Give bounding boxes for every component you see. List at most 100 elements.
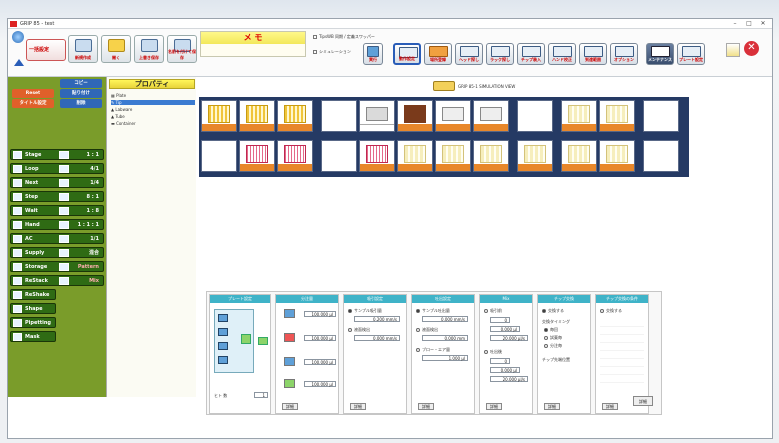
batch-setting-button[interactable]: 一括設定: [26, 39, 66, 61]
deck-cell[interactable]: [473, 140, 509, 172]
deck-cell[interactable]: [435, 140, 471, 172]
mix-before-volume[interactable]: 0.000 µl: [490, 326, 520, 332]
tip-condition-checkbox[interactable]: 交換する: [600, 308, 622, 314]
count-field[interactable]: 1: [254, 392, 268, 398]
deck-cell[interactable]: [239, 140, 275, 172]
deck-cell[interactable]: [599, 140, 635, 172]
mix-before-checkbox[interactable]: 吸引前: [484, 308, 502, 314]
info-icon[interactable]: [726, 43, 740, 57]
delete-button[interactable]: 削除: [60, 99, 102, 108]
save-as-button[interactable]: 名前を付けて保存: [167, 35, 197, 63]
save-button[interactable]: 上書き保存: [134, 35, 164, 63]
new-button[interactable]: 新規作成: [68, 35, 98, 63]
mix-before-count[interactable]: 0: [490, 317, 510, 323]
volume-field-4[interactable]: 100.000 µl: [304, 381, 336, 387]
canvas-head-icon[interactable]: [433, 81, 455, 91]
tree-item[interactable]: ▦ Plate: [111, 93, 126, 98]
dispense-level-field[interactable]: 0.000 mm: [422, 335, 468, 341]
deck-cell[interactable]: [643, 100, 679, 132]
deck-cell[interactable]: [517, 140, 553, 172]
aspirate-option-1[interactable]: サンプル吸引量: [348, 308, 382, 314]
deck-cell[interactable]: [599, 100, 635, 132]
location-register-button[interactable]: 場所登録: [424, 43, 452, 65]
volume-detail-button[interactable]: 詳細: [282, 403, 298, 410]
deck-cell[interactable]: [517, 100, 553, 132]
cmd-ac[interactable]: AC 1/1: [10, 233, 104, 244]
cmd-restack[interactable]: ReStack Mix: [10, 275, 104, 286]
tip-change-checkbox[interactable]: 交換する: [542, 308, 564, 314]
copy-button[interactable]: コピー: [60, 79, 102, 88]
deck-cell[interactable]: [321, 100, 357, 132]
deck-cell[interactable]: [201, 140, 237, 172]
cmd-stage[interactable]: Stage 1 : 1: [10, 149, 104, 160]
deck-cell[interactable]: [201, 100, 237, 132]
dispense-option-3[interactable]: ブロー・エア量: [416, 347, 450, 353]
tip-condition-detail-button[interactable]: 詳細: [602, 403, 618, 410]
open-button[interactable]: 開く: [101, 35, 131, 63]
minimize-icon[interactable]: –: [730, 20, 740, 28]
title-setting-button[interactable]: タイトル設定: [12, 99, 54, 108]
deck-cell[interactable]: [359, 100, 395, 132]
tree-item[interactable]: ▬ Container: [111, 121, 136, 126]
mix-after-speed[interactable]: 20.000 µl/s: [490, 376, 528, 382]
cmd-pipetting[interactable]: Pipetting: [10, 317, 56, 328]
simulation-checkbox[interactable]: シミュレーション: [313, 49, 351, 55]
deck-cell[interactable]: [359, 140, 395, 172]
plate-setting-button[interactable]: プレート設定: [677, 43, 705, 65]
aspirate-speed-field[interactable]: 0.200 mm/s: [354, 316, 400, 322]
timing-every-radio[interactable]: 毎回: [544, 327, 558, 333]
blow-air-field[interactable]: 1.000 µl: [422, 355, 468, 361]
mix-before-speed[interactable]: 20.000 µl/s: [490, 335, 528, 341]
cmd-supply[interactable]: Supply 混合: [10, 247, 104, 258]
hand-calibration-button[interactable]: ハンド校正: [548, 43, 576, 65]
reach-range-button[interactable]: 到達範囲: [579, 43, 607, 65]
exit-icon[interactable]: ✕: [744, 41, 759, 56]
run-button[interactable]: 実行: [363, 43, 383, 65]
deck-cell[interactable]: [239, 100, 275, 132]
deck-cell[interactable]: [643, 140, 679, 172]
dispense-option-2[interactable]: 液面検出: [416, 327, 438, 333]
cmd-shape[interactable]: Shape: [10, 303, 56, 314]
collapse-arrow-icon[interactable]: [14, 59, 24, 66]
deck-cell[interactable]: [277, 140, 313, 172]
mix-after-volume[interactable]: 0.000 µl: [490, 367, 520, 373]
globe-icon[interactable]: [12, 31, 24, 43]
mix-detail-button[interactable]: 詳細: [486, 403, 502, 410]
tree-item-selected[interactable]: ✎ Tip: [111, 100, 195, 105]
cmd-reshake[interactable]: ReShake: [10, 289, 56, 300]
cmd-step[interactable]: Step 8 : 1: [10, 191, 104, 202]
layout-canvas[interactable]: GRIP 85-1 SIMULATION VIEW: [196, 77, 772, 273]
dispense-speed-field[interactable]: 0.000 mm/s: [422, 316, 468, 322]
timing-dispense-radio[interactable]: 分注毎: [544, 343, 562, 349]
head-search-button[interactable]: ヘッド探し: [455, 43, 483, 65]
deck-cell[interactable]: [435, 100, 471, 132]
tip-load-button[interactable]: チップ装入: [517, 43, 545, 65]
operation-setting-button[interactable]: 動作設定: [393, 43, 421, 65]
tree-item[interactable]: ▲ Labware: [111, 107, 132, 112]
volume-field-2[interactable]: 100.000 µl: [304, 335, 336, 341]
rack-search-button[interactable]: ラック探し: [486, 43, 514, 65]
mix-after-count[interactable]: 0: [490, 358, 510, 364]
deck-cell[interactable]: [397, 140, 433, 172]
memo-panel[interactable]: メ モ: [200, 31, 306, 57]
dispense-option-1[interactable]: サンプル吐出量: [416, 308, 450, 314]
deck-cell[interactable]: [561, 100, 597, 132]
option-button[interactable]: オプション: [610, 43, 638, 65]
deck-cell[interactable]: [561, 140, 597, 172]
cmd-loop[interactable]: Loop 4/1: [10, 163, 104, 174]
aspirate-level-field[interactable]: 0.000 mm/s: [354, 335, 400, 341]
cmd-hand[interactable]: Hand 1 : 1 : 1: [10, 219, 104, 230]
deck-cell[interactable]: [397, 100, 433, 132]
cmd-wait[interactable]: Wait 1 : 8: [10, 205, 104, 216]
close-icon[interactable]: ✕: [758, 20, 768, 28]
volume-field-1[interactable]: 100.000 µl: [304, 311, 336, 317]
tip-change-detail-button[interactable]: 詳細: [544, 403, 560, 410]
deck-cell[interactable]: [277, 100, 313, 132]
mix-after-checkbox[interactable]: 吐出後: [484, 349, 502, 355]
timing-reagent-radio[interactable]: 試薬毎: [544, 335, 562, 341]
cmd-mask[interactable]: Mask: [10, 331, 56, 342]
reset-button[interactable]: Reset: [12, 89, 54, 98]
deck-cell[interactable]: [473, 100, 509, 132]
volume-field-3[interactable]: 100.000 µl: [304, 359, 336, 365]
maximize-icon[interactable]: □: [744, 20, 754, 28]
